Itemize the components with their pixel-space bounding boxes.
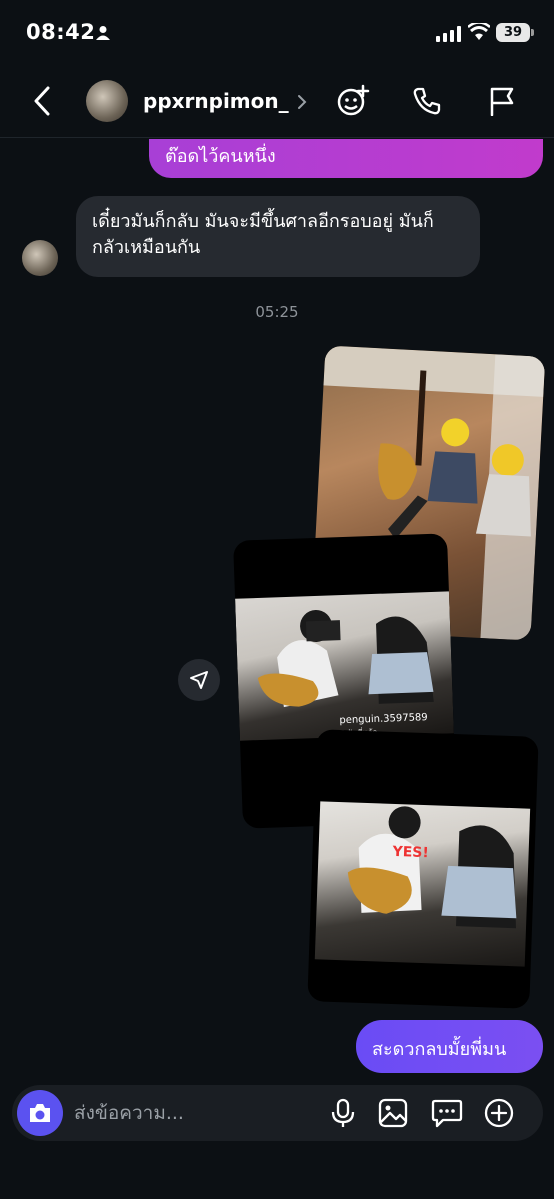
- message-timestamp: 05:25: [255, 303, 299, 321]
- message-list[interactable]: ต๊อดไว้คนหนึ่ง เดี๋ยวมันก็กลับ มันจะมีขึ…: [0, 139, 554, 1079]
- microphone-icon[interactable]: [330, 1098, 356, 1132]
- gallery-icon[interactable]: [378, 1098, 408, 1132]
- chat-username[interactable]: ppxrnpimon_: [143, 89, 289, 113]
- battery-cap: [531, 29, 534, 36]
- phone-icon[interactable]: [412, 86, 442, 120]
- received-message-bubble[interactable]: เดี๋ยวมันก็กลับ มันจะมีขึ้นศาลอีกรอบอยู่…: [76, 196, 480, 277]
- back-arrow-icon[interactable]: [32, 86, 52, 120]
- effects-icon[interactable]: [336, 84, 370, 122]
- shared-photo-3[interactable]: YES!: [307, 729, 539, 1009]
- sender-avatar[interactable]: [22, 240, 58, 276]
- share-button[interactable]: [178, 659, 220, 701]
- plus-icon[interactable]: [484, 1098, 514, 1132]
- status-bar: 08:42 39: [0, 0, 554, 66]
- signal-icon: [436, 26, 462, 46]
- send-arrow-icon: [190, 671, 208, 689]
- status-time: 08:42: [26, 20, 96, 44]
- battery-icon: 39: [496, 23, 530, 42]
- message-input[interactable]: [74, 1098, 314, 1128]
- photo-3-text: YES!: [392, 843, 430, 862]
- sticker-icon[interactable]: [431, 1098, 463, 1132]
- message-composer: [12, 1085, 543, 1141]
- person-icon: [96, 25, 110, 45]
- camera-icon: [30, 1104, 50, 1122]
- chevron-right-icon[interactable]: [297, 94, 307, 114]
- chat-header: ppxrnpimon_: [0, 66, 554, 138]
- sent-message-bubble[interactable]: ต๊อดไว้คนหนึ่ง: [149, 139, 543, 178]
- flag-icon[interactable]: [488, 86, 516, 120]
- camera-button[interactable]: [17, 1090, 63, 1136]
- wifi-icon: [467, 21, 491, 45]
- sent-message-bubble-last[interactable]: สะดวกลบมั้ยพี่มน: [356, 1020, 543, 1073]
- photo-3-image: [314, 801, 531, 967]
- avatar[interactable]: [86, 80, 128, 122]
